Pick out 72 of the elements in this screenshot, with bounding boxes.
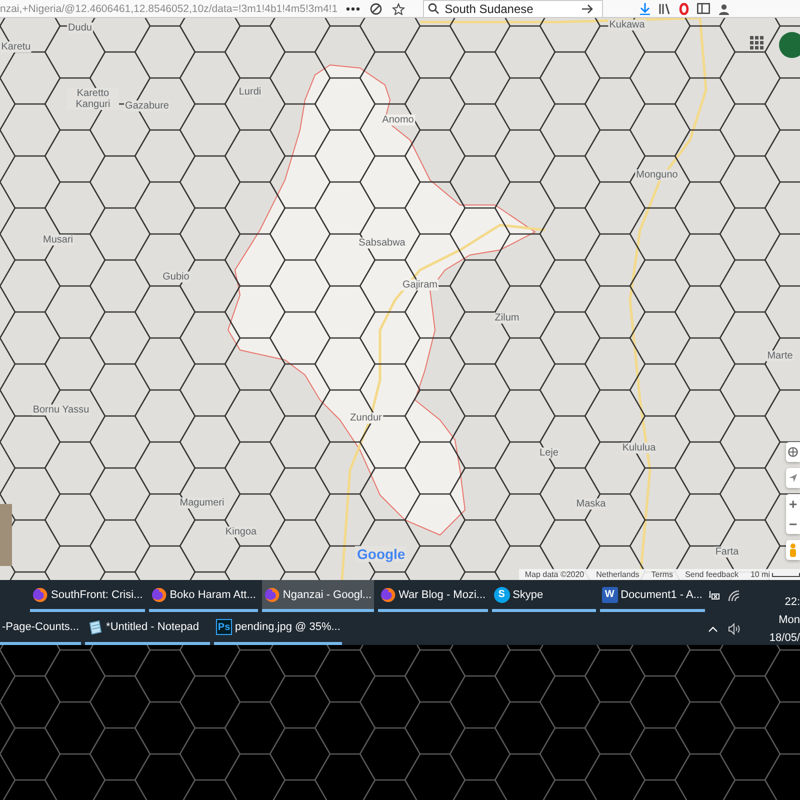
search-bar[interactable]: South Sudanese (422, 0, 603, 18)
firefox-icon (150, 586, 167, 602)
place-label: Lurdi (238, 86, 262, 98)
more-icon[interactable] (346, 6, 360, 10)
place-label: Kingoa (224, 526, 258, 538)
place-label: Sabsabwa (358, 238, 406, 248)
taskbar-item[interactable]: War Blog - Mozi... (378, 580, 488, 612)
taskbar-item[interactable]: Ps pending.jpg @ 35%... (214, 612, 342, 645)
firefox-icon (380, 586, 396, 602)
location-icon (788, 473, 798, 483)
search-icon (428, 3, 439, 14)
taskbar-item[interactable]: S Skype (492, 580, 596, 612)
taskbar-item[interactable]: -Page-Counts... (0, 612, 82, 645)
globe-button[interactable] (786, 442, 800, 462)
caret-up-icon[interactable] (708, 626, 718, 632)
network-disconnected-icon[interactable] (708, 590, 720, 602)
attribution-link[interactable]: Terms (651, 570, 674, 579)
place-label: Anomo (381, 114, 415, 126)
star-icon[interactable] (392, 2, 405, 14)
place-label: Monguno (635, 170, 679, 180)
photoshop-icon: Ps (216, 619, 232, 635)
clock-day[interactable]: Mon (778, 614, 800, 626)
place-label: Zundur (349, 412, 383, 424)
taskbar-item[interactable]: W Document1 - A... (600, 580, 704, 612)
sidebar-icon[interactable] (696, 3, 710, 14)
scale-label: 10 mi (750, 570, 770, 579)
download-icon[interactable] (638, 2, 651, 14)
place-label: Maska (575, 498, 607, 510)
place-label: Marte (766, 350, 794, 362)
skype-icon: S (494, 586, 510, 602)
place-label: Kululua (621, 442, 657, 454)
volume-icon[interactable] (728, 622, 740, 634)
place-label: Bornu Yassu (32, 404, 90, 416)
taskbar-item[interactable]: SouthFront: Crisi... (30, 580, 145, 612)
clock-time[interactable]: 22: (784, 596, 800, 608)
firefox-icon (264, 586, 280, 602)
zoom-out-button[interactable]: − (786, 514, 800, 534)
photo-placeholder (0, 504, 12, 566)
attribution-text: Map data ©2020 (524, 570, 584, 579)
person-icon (788, 543, 798, 557)
place-label: Musari (42, 234, 74, 246)
search-field[interactable]: South Sudanese (444, 2, 575, 16)
taskbar-item[interactable]: Boko Haram Att... (148, 580, 258, 612)
place-label: Gajiram (402, 280, 438, 290)
place-label: Leje (538, 448, 560, 458)
place-label: Farta (714, 546, 740, 558)
library-icon[interactable] (658, 2, 671, 14)
place-label: Dudu (67, 22, 93, 34)
scale-bar (772, 572, 800, 576)
firefox-icon (32, 586, 48, 602)
apps-grid-icon[interactable] (750, 36, 764, 50)
taskbar-item[interactable]: Nganzai - Googl... (262, 580, 374, 612)
account-icon[interactable] (718, 2, 730, 14)
notepad-icon (87, 619, 104, 635)
attribution-link[interactable]: Send feedback (685, 570, 738, 579)
globe-icon (788, 447, 798, 457)
ring-icon[interactable] (678, 2, 689, 14)
place-label: Zilum (494, 312, 520, 324)
place-label: Kukawa (608, 20, 646, 30)
place-label: Gubio (162, 272, 190, 282)
place-label: Magumeri (178, 498, 226, 508)
zoom-in-button[interactable]: + (786, 494, 800, 514)
taskbar-item[interactable]: *Untitled - Notepad (85, 612, 210, 645)
arrow-right-icon[interactable] (580, 4, 593, 14)
location-button[interactable] (786, 468, 800, 488)
place-label: Karetu (0, 42, 32, 52)
place-label: Gazabure (124, 100, 170, 112)
wifi-icon[interactable] (728, 590, 740, 602)
clock-date[interactable]: 18/05/ (769, 632, 800, 644)
word-icon: W (602, 586, 618, 602)
avatar-circle[interactable] (779, 32, 800, 58)
attribution-link[interactable]: Netherlands (596, 570, 640, 579)
